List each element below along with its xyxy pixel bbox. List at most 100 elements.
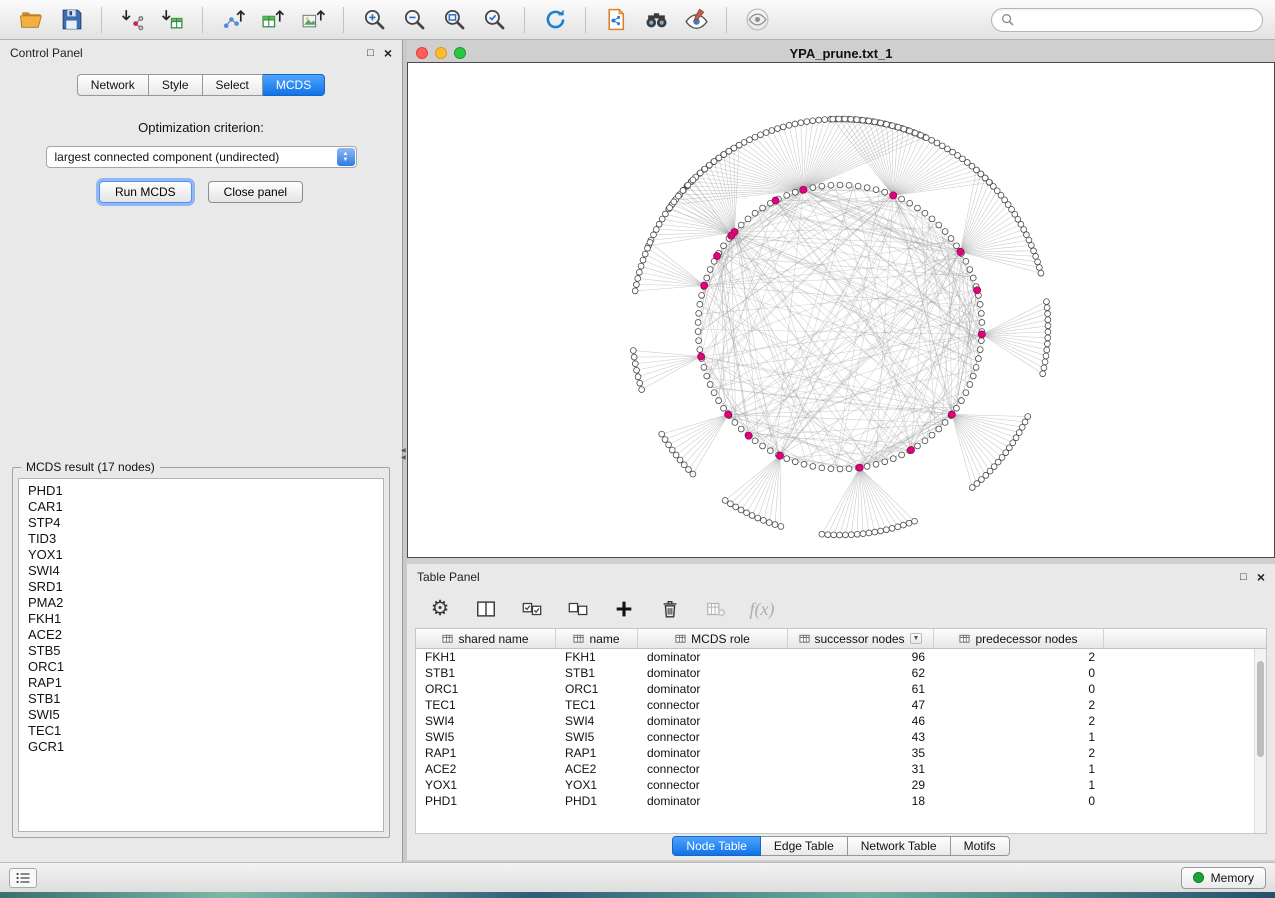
- network-canvas[interactable]: [407, 62, 1275, 558]
- delete-column-button[interactable]: [657, 596, 683, 622]
- import-network-button[interactable]: [113, 4, 151, 36]
- mcds-result-item[interactable]: FKH1: [28, 611, 374, 627]
- apply-layout-button[interactable]: [536, 4, 574, 36]
- float-panel-icon[interactable]: □: [367, 48, 374, 59]
- scrollbar-thumb[interactable]: [1257, 661, 1264, 757]
- criterion-select[interactable]: largest connected component (undirected)…: [46, 146, 357, 168]
- tab-edge-table[interactable]: Edge Table: [761, 836, 848, 856]
- column-header-name[interactable]: name: [556, 629, 638, 648]
- table-row[interactable]: TEC1TEC1connector472: [416, 697, 1254, 713]
- mcds-result-item[interactable]: YOX1: [28, 547, 374, 563]
- column-header-shared-name[interactable]: shared name: [416, 629, 556, 648]
- tab-motifs[interactable]: Motifs: [951, 836, 1010, 856]
- export-image-button[interactable]: [294, 4, 332, 36]
- mcds-result-item[interactable]: STB5: [28, 643, 374, 659]
- search-input[interactable]: [1020, 13, 1253, 27]
- run-mcds-button[interactable]: Run MCDS: [99, 181, 192, 203]
- mcds-result-item[interactable]: STP4: [28, 515, 374, 531]
- mcds-result-item[interactable]: SRD1: [28, 579, 374, 595]
- close-panel-icon[interactable]: ×: [384, 48, 392, 59]
- zoom-selected-button[interactable]: [475, 4, 513, 36]
- mcds-node-ace2[interactable]: [776, 452, 783, 459]
- mcds-node-phd1[interactable]: [698, 353, 705, 360]
- mcds-result-item[interactable]: SWI4: [28, 563, 374, 579]
- table-row[interactable]: PHD1PHD1dominator180: [416, 793, 1254, 809]
- mcds-result-item[interactable]: STB1: [28, 691, 374, 707]
- mcds-result-list[interactable]: PHD1CAR1STP4TID3YOX1SWI4SRD1PMA2FKH1ACE2…: [18, 478, 384, 832]
- tab-mcds[interactable]: MCDS: [263, 74, 325, 96]
- table-row[interactable]: STB1STB1dominator620: [416, 665, 1254, 681]
- mcds-node-stp4[interactable]: [974, 287, 981, 294]
- find-button[interactable]: [637, 4, 675, 36]
- table-row[interactable]: RAP1RAP1dominator352: [416, 745, 1254, 761]
- network-from-selection-button[interactable]: [597, 4, 635, 36]
- mcds-result-item[interactable]: PMA2: [28, 595, 374, 611]
- memory-button[interactable]: Memory: [1181, 867, 1266, 889]
- show-graphics-details-button[interactable]: [677, 4, 715, 36]
- mcds-result-item[interactable]: GCR1: [28, 739, 374, 755]
- mcds-result-item[interactable]: ACE2: [28, 627, 374, 643]
- column-header-mcds-role[interactable]: MCDS role: [638, 629, 788, 648]
- mcds-node-stb1[interactable]: [890, 192, 897, 199]
- mcds-node-gcr1[interactable]: [701, 282, 708, 289]
- panel-menu-button[interactable]: [9, 868, 37, 888]
- select-all-button[interactable]: [519, 596, 545, 622]
- close-table-panel-icon[interactable]: ×: [1257, 572, 1265, 583]
- mcds-node-srd1[interactable]: [745, 432, 752, 439]
- mcds-result-item[interactable]: PHD1: [28, 483, 374, 499]
- table-row[interactable]: ORC1ORC1dominator610: [416, 681, 1254, 697]
- splitter-collapse-icon[interactable]: ◀◀: [401, 448, 406, 461]
- export-table-button[interactable]: [254, 4, 292, 36]
- table-settings-button[interactable]: ⚙: [427, 596, 453, 622]
- mcds-node-stb5[interactable]: [728, 232, 735, 239]
- mcds-result-item[interactable]: TEC1: [28, 723, 374, 739]
- tab-style[interactable]: Style: [149, 74, 203, 96]
- save-session-button[interactable]: [52, 4, 90, 36]
- close-window-icon[interactable]: [416, 47, 428, 59]
- mcds-result-item[interactable]: RAP1: [28, 675, 374, 691]
- mcds-node-swi4[interactable]: [957, 248, 964, 255]
- zoom-fit-button[interactable]: [435, 4, 473, 36]
- float-table-panel-icon[interactable]: □: [1240, 572, 1247, 583]
- hide-graphics-details-button[interactable]: [738, 4, 776, 36]
- tab-network[interactable]: Network: [77, 74, 149, 96]
- table-row[interactable]: SWI4SWI4dominator462: [416, 713, 1254, 729]
- mcds-node-rap1[interactable]: [856, 464, 863, 471]
- import-table-button[interactable]: [153, 4, 191, 36]
- add-column-button[interactable]: [611, 596, 637, 622]
- sort-dropdown-icon[interactable]: ▼: [910, 633, 923, 644]
- deselect-all-button[interactable]: [565, 596, 591, 622]
- open-session-button[interactable]: [12, 4, 50, 36]
- network-graph[interactable]: [408, 63, 1274, 557]
- show-columns-button[interactable]: [473, 596, 499, 622]
- tab-node-table[interactable]: Node Table: [672, 836, 761, 856]
- mcds-result-item[interactable]: SWI5: [28, 707, 374, 723]
- table-row[interactable]: ACE2ACE2connector311: [416, 761, 1254, 777]
- column-header-successor-nodes[interactable]: successor nodes▼: [788, 629, 934, 648]
- tab-select[interactable]: Select: [203, 74, 263, 96]
- table-row[interactable]: YOX1YOX1connector291: [416, 777, 1254, 793]
- export-network-button[interactable]: [214, 4, 252, 36]
- close-panel-button[interactable]: Close panel: [208, 181, 303, 203]
- mcds-result-item[interactable]: CAR1: [28, 499, 374, 515]
- zoom-out-button[interactable]: [395, 4, 433, 36]
- mcds-node-yox1[interactable]: [725, 411, 732, 418]
- column-header-predecessor-nodes[interactable]: predecessor nodes: [934, 629, 1104, 648]
- mcds-node-swi5[interactable]: [948, 411, 955, 418]
- mcds-result-item[interactable]: ORC1: [28, 659, 374, 675]
- mcds-node-tid3[interactable]: [908, 446, 915, 453]
- mcds-node-pma2[interactable]: [714, 253, 721, 260]
- maximize-window-icon[interactable]: [454, 47, 466, 59]
- column-label: MCDS role: [691, 632, 750, 646]
- minimize-window-icon[interactable]: [435, 47, 447, 59]
- mcds-node-fkh1[interactable]: [800, 186, 807, 193]
- table-row[interactable]: FKH1FKH1dominator962: [416, 649, 1254, 665]
- search-box[interactable]: [991, 8, 1263, 32]
- table-row[interactable]: SWI5SWI5connector431: [416, 729, 1254, 745]
- mcds-result-item[interactable]: TID3: [28, 531, 374, 547]
- mcds-node-tec1[interactable]: [978, 331, 985, 338]
- zoom-in-button[interactable]: [355, 4, 393, 36]
- table-scrollbar[interactable]: [1254, 649, 1266, 833]
- mcds-node-car1[interactable]: [772, 197, 779, 204]
- tab-network-table[interactable]: Network Table: [848, 836, 951, 856]
